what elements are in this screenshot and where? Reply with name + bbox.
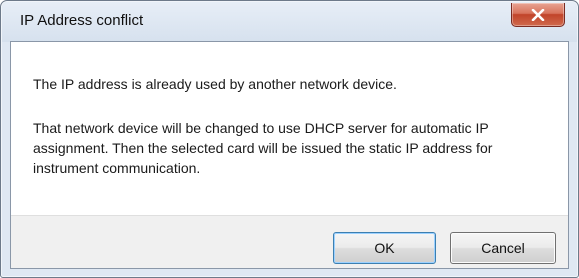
dialog-content: The IP address is already used by anothe… [10, 41, 569, 269]
button-bar: OK Cancel [11, 215, 568, 268]
close-button[interactable] [511, 3, 565, 27]
dialog-window: IP Address conflict The IP address is al… [0, 0, 579, 278]
message-text-1: The IP address is already used by anothe… [33, 76, 397, 92]
dialog-title: IP Address conflict [20, 12, 144, 29]
cancel-button[interactable]: Cancel [450, 232, 556, 264]
ok-button[interactable]: OK [333, 232, 436, 264]
message-text-2: That network device will be changed to u… [33, 120, 493, 176]
close-icon [531, 8, 545, 21]
title-bar[interactable]: IP Address conflict [2, 2, 577, 42]
